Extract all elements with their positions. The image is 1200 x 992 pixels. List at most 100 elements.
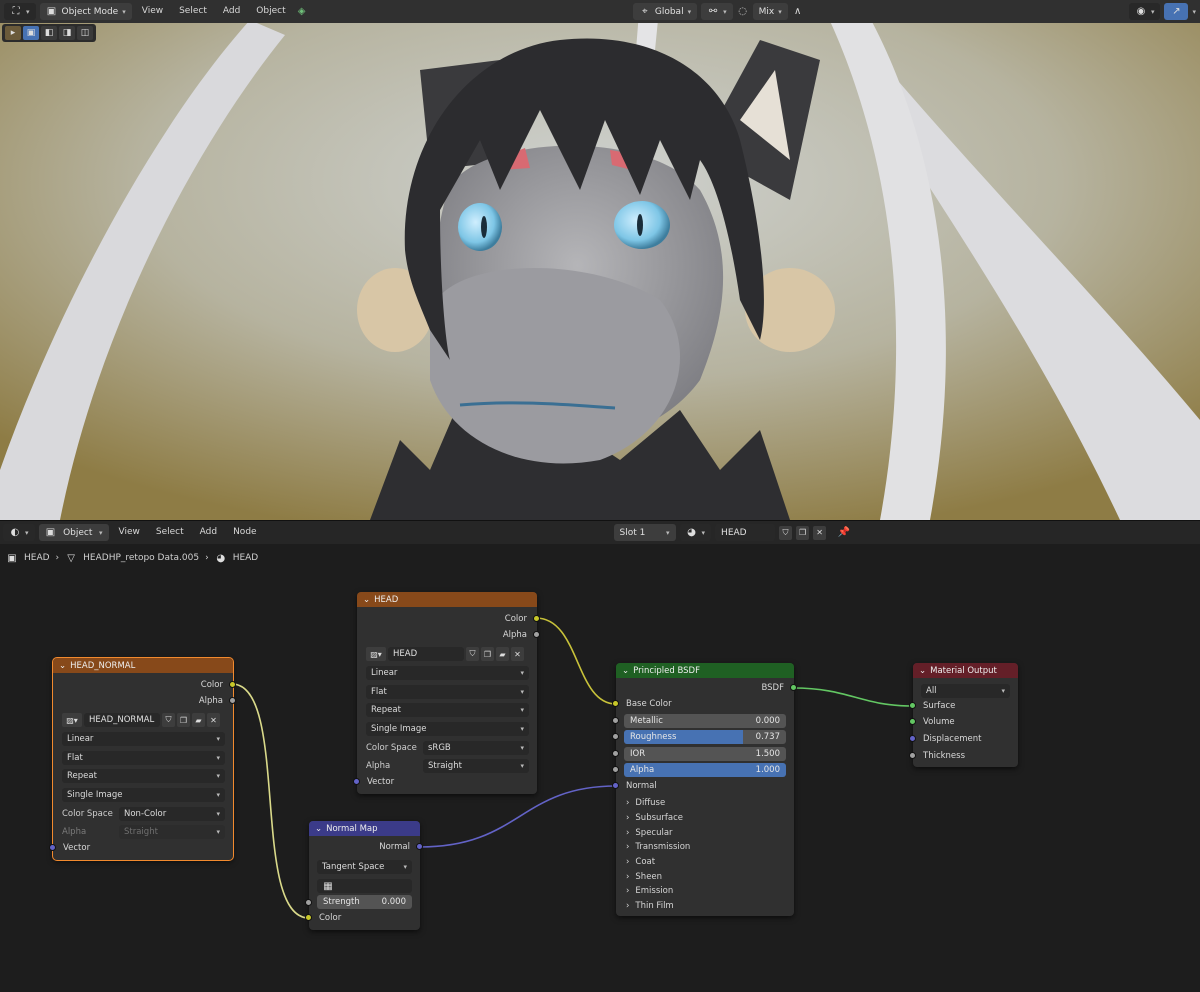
- panel-sheen[interactable]: › Sheen: [626, 869, 662, 884]
- alpha-output-socket[interactable]: [229, 697, 236, 704]
- interpolation-dropdown[interactable]: Linear ▾: [366, 666, 529, 680]
- menu-node[interactable]: Node: [227, 524, 263, 541]
- collapse-chevron-icon[interactable]: ⌄: [315, 824, 322, 834]
- material-browse-button[interactable]: ◕ ▾: [679, 524, 712, 541]
- ior-input-socket[interactable]: [612, 750, 619, 757]
- proportional-edit-icon[interactable]: ◌: [737, 6, 749, 18]
- image-name-field[interactable]: HEAD_NORMAL: [84, 713, 160, 727]
- roughness-field[interactable]: Roughness 0.737: [624, 730, 786, 744]
- alpha-input-socket[interactable]: [612, 766, 619, 773]
- select-new-icon[interactable]: ▣: [23, 26, 39, 40]
- duplicate-icon[interactable]: ❐: [177, 713, 190, 727]
- metallic-field[interactable]: Metallic 0.000: [624, 714, 786, 728]
- panel-specular[interactable]: › Specular: [626, 825, 673, 840]
- normal-output-socket[interactable]: [416, 843, 423, 850]
- panel-coat[interactable]: › Coat: [626, 854, 655, 869]
- gizmo-toggle-button[interactable]: ↗: [1164, 3, 1189, 20]
- duplicate-icon[interactable]: ❐: [481, 647, 494, 661]
- strength-input-socket[interactable]: [305, 899, 312, 906]
- collapse-chevron-icon[interactable]: ⌄: [622, 666, 629, 676]
- node-header[interactable]: ⌄ Material Output: [913, 663, 1018, 678]
- projection-dropdown[interactable]: Flat ▾: [62, 751, 225, 765]
- roughness-input-socket[interactable]: [612, 733, 619, 740]
- menu-add[interactable]: Add: [217, 3, 246, 20]
- gizmo-icon[interactable]: ◈: [296, 6, 308, 18]
- node-header[interactable]: ⌄ HEAD: [357, 592, 537, 607]
- image-browse-icon[interactable]: ▨▾: [62, 713, 82, 727]
- viewport-render[interactable]: [0, 0, 1200, 520]
- select-subtract-icon[interactable]: ◨: [59, 26, 75, 40]
- select-extend-icon[interactable]: ◧: [41, 26, 57, 40]
- surface-input-socket[interactable]: [909, 702, 916, 709]
- bsdf-output-socket[interactable]: [790, 684, 797, 691]
- node-header[interactable]: ⌄ Normal Map: [309, 821, 420, 836]
- panel-diffuse[interactable]: › Diffuse: [626, 795, 665, 810]
- menu-select[interactable]: Select: [150, 524, 190, 541]
- select-intersect-icon[interactable]: ◫: [77, 26, 93, 40]
- target-dropdown[interactable]: All ▾: [921, 684, 1010, 698]
- extension-dropdown[interactable]: Repeat ▾: [366, 703, 529, 717]
- material-name-field[interactable]: HEAD: [715, 524, 776, 541]
- source-dropdown[interactable]: Single Image ▾: [62, 788, 225, 802]
- interpolation-dropdown[interactable]: Linear ▾: [62, 732, 225, 746]
- panel-subsurface[interactable]: › Subsurface: [626, 810, 683, 825]
- color-output-socket[interactable]: [533, 615, 540, 622]
- menu-object[interactable]: Object: [250, 3, 291, 20]
- vector-input-socket[interactable]: [49, 844, 56, 851]
- pin-icon[interactable]: 📌: [838, 527, 850, 539]
- collapse-chevron-icon[interactable]: ⌄: [919, 666, 926, 676]
- vector-input-socket[interactable]: [353, 778, 360, 785]
- color-space-dropdown[interactable]: sRGB ▾: [423, 741, 529, 755]
- 3d-viewport[interactable]: ⛶ ▾ ▣ Object Mode ▾ View Select Add Objec…: [0, 0, 1200, 520]
- projection-dropdown[interactable]: Flat ▾: [366, 685, 529, 699]
- panel-emission[interactable]: › Emission: [626, 883, 673, 898]
- open-folder-icon[interactable]: ▰: [192, 713, 205, 727]
- editor-type-button[interactable]: ◐ ▾: [3, 524, 35, 541]
- panel-thin-film[interactable]: › Thin Film: [626, 898, 674, 913]
- node-header[interactable]: ⌄ HEAD_NORMAL: [53, 658, 233, 673]
- falloff-curve-icon[interactable]: ∧: [792, 6, 804, 18]
- collapse-chevron-icon[interactable]: ⌄: [59, 661, 66, 671]
- normal-input-socket[interactable]: [612, 782, 619, 789]
- space-dropdown[interactable]: Tangent Space ▾: [317, 860, 412, 874]
- visibility-dropdown[interactable]: ◉ ▾: [1128, 3, 1161, 20]
- cursor-tool-icon[interactable]: ▸: [5, 26, 21, 40]
- fake-user-shield-icon[interactable]: ⛉: [466, 647, 479, 661]
- fake-user-shield-icon[interactable]: ⛉: [779, 525, 793, 540]
- material-output-node[interactable]: ⌄ Material Output All ▾ Surface Volume Di…: [909, 663, 1018, 767]
- uv-map-field[interactable]: ▦: [317, 879, 412, 893]
- ior-field[interactable]: IOR 1.500: [624, 747, 786, 761]
- node-header[interactable]: ⌄ Principled BSDF: [616, 663, 794, 678]
- slot-dropdown[interactable]: Slot 1 ▾: [613, 524, 676, 541]
- image-name-field[interactable]: HEAD: [388, 647, 464, 661]
- duplicate-icon[interactable]: ❐: [796, 525, 810, 540]
- fake-user-shield-icon[interactable]: ⛉: [162, 713, 175, 727]
- alpha-mode-dropdown[interactable]: Straight ▾: [423, 759, 529, 773]
- editor-type-button[interactable]: ⛶ ▾: [4, 3, 36, 20]
- menu-view[interactable]: View: [136, 3, 169, 20]
- shader-type-dropdown[interactable]: ▣ Object ▾: [38, 524, 109, 541]
- color-input-socket[interactable]: [305, 914, 312, 921]
- menu-add[interactable]: Add: [194, 524, 223, 541]
- open-folder-icon[interactable]: ▰: [496, 647, 509, 661]
- alpha-output-socket[interactable]: [533, 631, 540, 638]
- pivot-dropdown[interactable]: ⚯ ▾: [701, 3, 733, 20]
- menu-view[interactable]: View: [113, 524, 146, 541]
- color-space-dropdown[interactable]: Non-Color ▾: [119, 807, 225, 821]
- alpha-field[interactable]: Alpha 1.000: [624, 763, 786, 777]
- mode-dropdown[interactable]: ▣ Object Mode ▾: [39, 3, 132, 20]
- base-color-input-socket[interactable]: [612, 700, 619, 707]
- orientation-dropdown[interactable]: ⌖ Global ▾: [632, 3, 698, 20]
- color-output-socket[interactable]: [229, 681, 236, 688]
- volume-input-socket[interactable]: [909, 718, 916, 725]
- source-dropdown[interactable]: Single Image ▾: [366, 722, 529, 736]
- snap-dropdown[interactable]: Mix ▾: [752, 3, 788, 20]
- close-icon[interactable]: ✕: [813, 525, 827, 540]
- collapse-chevron-icon[interactable]: ⌄: [363, 595, 370, 605]
- close-icon[interactable]: ✕: [207, 713, 220, 727]
- thickness-input-socket[interactable]: [909, 752, 916, 759]
- extension-dropdown[interactable]: Repeat ▾: [62, 769, 225, 783]
- metallic-input-socket[interactable]: [612, 717, 619, 724]
- principled-bsdf-node[interactable]: ⌄ Principled BSDF BSDF Base Color Metall…: [612, 663, 797, 916]
- chevron-down-icon[interactable]: ▾: [1192, 8, 1196, 16]
